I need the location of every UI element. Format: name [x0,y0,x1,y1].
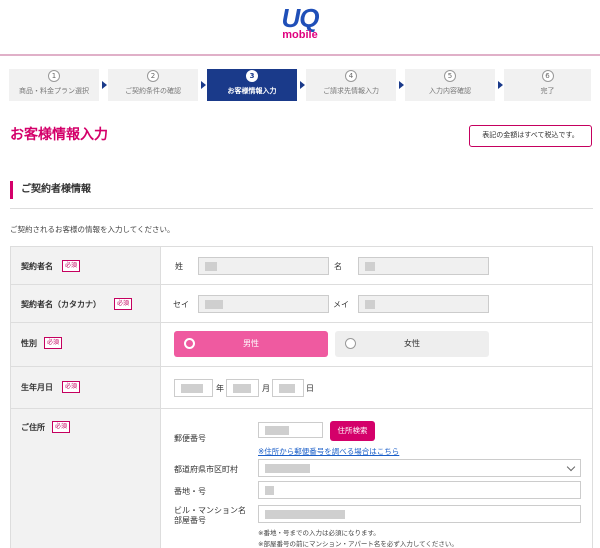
sei-label: 姓 [175,262,183,271]
step-arrow-icon [102,81,107,89]
step-number: 3 [246,70,258,82]
gender-female-option[interactable]: 女性 [335,331,489,357]
required-badge: 必須 [52,421,71,433]
gender-male-label: 男性 [243,339,259,348]
required-badge: 必須 [62,260,81,272]
masked-value [233,384,251,393]
masked-value [265,426,289,435]
mei-label: 名 [334,262,342,271]
address-search-button[interactable]: 住所検索 [330,421,375,441]
last-name-kana-input[interactable] [198,295,329,313]
required-badge: 必須 [62,381,81,393]
tax-note-badge: 表記の金額はすべて税込です。 [469,125,592,147]
step-label: お客様情報入力 [227,87,277,95]
year-unit: 年 [216,384,224,393]
masked-value [279,384,295,393]
row-gender: 性別 必須 男性 女性 [11,323,592,367]
street-input[interactable] [258,481,581,499]
prefecture-label: 都道府県市区町村 [174,465,238,474]
address-label: ご住所 [21,423,45,432]
mei-kana-label: メイ [333,300,349,309]
sei-kana-label: セイ [173,300,189,309]
radio-unselected-icon [345,338,356,349]
street-label: 番地・号 [174,487,206,496]
section-divider [10,208,593,209]
month-unit: 月 [262,384,270,393]
masked-value [181,384,203,393]
step-3: 3 お客様情報入力 [207,69,297,101]
step-arrow-icon [300,81,305,89]
address-note-1: ※番地・号までの入力は必須になります。 [258,529,380,537]
required-badge: 必須 [114,298,133,310]
masked-value [365,300,375,309]
building-input[interactable] [258,505,581,523]
step-label: 商品・料金プラン選択 [19,87,89,95]
step-progress: 1 商品・料金プラン選択 2 ご契約条件の確認 3 お客様情報入力 4 ご請求先… [9,69,591,101]
section-title: ご契約者様情報 [10,181,91,199]
step-label: 入力内容確認 [429,87,471,95]
masked-value [205,300,223,309]
step-2: 2 ご契約条件の確認 [108,69,198,101]
address-note-2: ※部屋番号の前にマンション・アパート名を必ず入力してください。 [258,540,458,548]
row-head: ご住所 必須 [11,409,161,548]
masked-value [265,464,310,473]
step-4: 4 ご請求先情報入力 [306,69,396,101]
gender-label: 性別 [21,339,37,348]
contract-kana-label: 契約者名（カタカナ） [21,300,101,309]
logo-sub-text: mobile [282,29,318,41]
radio-selected-icon [184,338,195,349]
row-head: 生年月日 必須 [11,367,161,408]
row-birthdate: 生年月日 必須 年 月 日 [11,367,592,409]
contractor-form: 契約者名 必須 姓 名 契約者名（カタカナ） 必須 セイ メイ 性別 必須 男性… [10,246,593,548]
postal-lookup-link[interactable]: ※住所から郵便番号を調べる場合はこちら [258,446,399,457]
row-contract-name: 契約者名 必須 姓 名 [11,247,592,285]
gender-male-option[interactable]: 男性 [174,331,328,357]
logo-main-text: UQ [281,3,320,33]
postal-code-label: 郵便番号 [174,434,206,443]
first-name-input[interactable] [358,257,489,275]
step-number: 5 [444,70,456,82]
room-label: 部屋番号 [174,516,206,525]
masked-value [365,262,375,271]
step-number: 6 [541,70,554,82]
first-name-kana-input[interactable] [358,295,489,313]
birth-month-input[interactable] [226,379,259,397]
step-arrow-icon [399,81,404,89]
row-contract-kana: 契約者名（カタカナ） 必須 セイ メイ [11,285,592,323]
step-label: 完了 [540,87,555,95]
step-label: ご請求先情報入力 [323,87,379,95]
step-5: 5 入力内容確認 [405,69,495,101]
row-head: 契約者名（カタカナ） 必須 [11,285,161,322]
birth-day-input[interactable] [272,379,304,397]
row-address: ご住所 必須 郵便番号 住所検索 ※住所から郵便番号を調べる場合はこちら 都道府… [11,409,592,548]
prefecture-select[interactable] [258,459,581,477]
birth-year-input[interactable] [174,379,213,397]
step-1: 1 商品・料金プラン選択 [9,69,99,101]
gender-female-label: 女性 [404,339,420,348]
step-arrow-icon [498,81,503,89]
masked-value [205,262,217,271]
site-header: UQ mobile [0,0,600,56]
masked-value [265,486,274,495]
uq-mobile-logo[interactable]: UQ mobile [272,5,328,41]
step-arrow-icon [201,81,206,89]
step-number: 4 [345,70,357,82]
step-6: 6 完了 [504,69,591,101]
contract-name-label: 契約者名 [21,262,53,271]
last-name-input[interactable] [198,257,329,275]
postal-code-input[interactable] [258,422,323,438]
required-badge: 必須 [44,337,63,349]
intro-text: ご契約されるお客様の情報を入力してください。 [10,225,175,234]
step-number: 1 [48,70,60,82]
masked-value [265,510,345,519]
row-head: 契約者名 必須 [11,247,161,284]
step-number: 2 [147,70,159,82]
day-unit: 日 [306,384,314,393]
row-head: 性別 必須 [11,323,161,366]
step-label: ご契約条件の確認 [125,87,181,95]
chevron-down-icon [566,462,576,472]
page-title: お客様情報入力 [10,127,108,143]
birthdate-label: 生年月日 [21,383,53,392]
